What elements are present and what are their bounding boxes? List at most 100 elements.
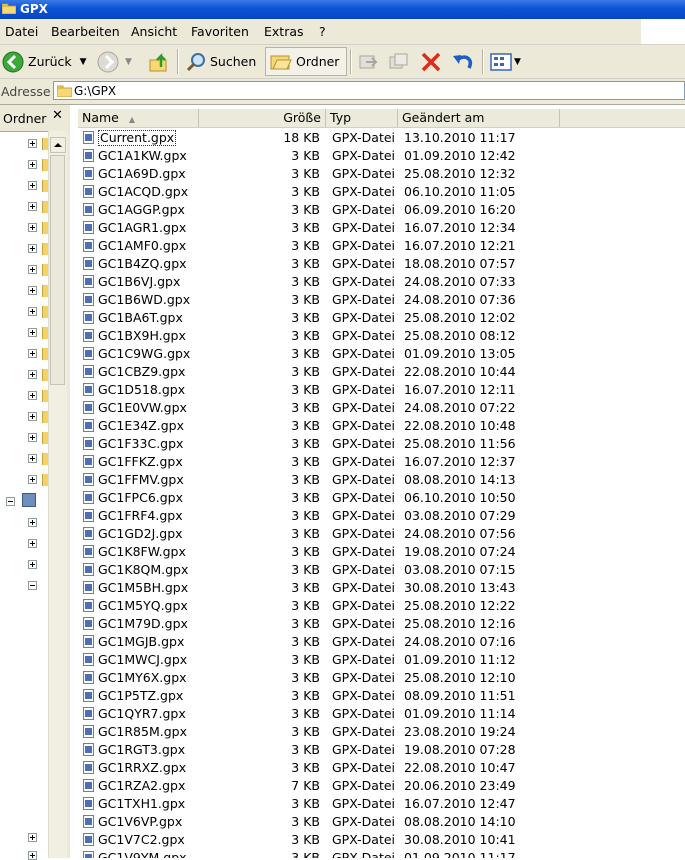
file-row[interactable]: GC1ACQD.gpx 3 KB GPX-Datei 06.10.2010 11:05 xyxy=(78,183,685,201)
column-header-size[interactable]: Größe xyxy=(199,109,326,127)
file-row[interactable]: GC1TXH1.gpx 3 KB GPX-Datei 16.07.2010 12:47 xyxy=(78,795,685,813)
file-row[interactable]: GC1E0VW.gpx 3 KB GPX-Datei 24.08.2010 07:22 xyxy=(78,399,685,417)
computer-icon[interactable] xyxy=(22,493,36,507)
file-row[interactable]: GC1FPC6.gpx 3 KB GPX-Datei 06.10.2010 10:50 xyxy=(78,489,685,507)
file-row[interactable]: GC1RGT3.gpx 3 KB GPX-Datei 19.08.2010 07:28 xyxy=(78,741,685,759)
undo-button[interactable] xyxy=(451,45,475,78)
folders-button[interactable]: Ordner xyxy=(265,47,347,76)
tree-expand-icon[interactable] xyxy=(28,518,37,527)
tree-expand-icon[interactable] xyxy=(28,139,37,148)
column-header-type[interactable]: Typ xyxy=(326,109,398,127)
tree-expand-icon[interactable] xyxy=(28,475,37,484)
tree-scrollbar[interactable] xyxy=(48,131,67,858)
file-row[interactable]: GC1BX9H.gpx 3 KB GPX-Datei 25.08.2010 08:12 xyxy=(78,327,685,345)
file-row[interactable]: GC1M5BH.gpx 3 KB GPX-Datei 30.08.2010 13:43 xyxy=(78,579,685,597)
delete-button[interactable] xyxy=(420,45,442,78)
up-folder-button[interactable] xyxy=(148,45,170,78)
menu-ansicht[interactable]: Ansicht xyxy=(131,24,177,39)
tree-collapse-icon[interactable] xyxy=(28,581,37,590)
file-row[interactable]: GC1AMF0.gpx 3 KB GPX-Datei 16.07.2010 12:21 xyxy=(78,237,685,255)
file-row[interactable]: GC1R85M.gpx 3 KB GPX-Datei 23.08.2010 19:24 xyxy=(78,723,685,741)
search-button[interactable]: Suchen xyxy=(186,45,256,78)
file-row[interactable]: Current.gpx 18 KB GPX-Datei 13.10.2010 11:1… xyxy=(78,129,685,147)
file-row[interactable]: GC1B4ZQ.gpx 3 KB GPX-Datei 18.08.2010 07:57 xyxy=(78,255,685,273)
file-row[interactable]: GC1B6WD.gpx 3 KB GPX-Datei 24.08.2010 07:36 xyxy=(78,291,685,309)
file-name: GC1GD2J.gpx xyxy=(98,526,183,541)
tree-collapse-icon[interactable] xyxy=(6,497,15,506)
file-row[interactable]: GC1F33C.gpx 3 KB GPX-Datei 25.08.2010 11:56 xyxy=(78,435,685,453)
tree-expand-icon[interactable] xyxy=(28,286,37,295)
menu-extras[interactable]: Extras xyxy=(264,24,304,39)
tree-expand-icon[interactable] xyxy=(28,391,37,400)
forward-dropdown-icon[interactable]: ▼ xyxy=(125,57,132,67)
file-row[interactable]: GC1FFKZ.gpx 3 KB GPX-Datei 16.07.2010 12:37 xyxy=(78,453,685,471)
tree-expand-icon[interactable] xyxy=(28,349,37,358)
tree-expand-icon[interactable] xyxy=(28,560,37,569)
file-row[interactable]: GC1AGGP.gpx 3 KB GPX-Datei 06.09.2010 16:20 xyxy=(78,201,685,219)
file-row[interactable]: GC1MY6X.gpx 3 KB GPX-Datei 25.08.2010 12:10 xyxy=(78,669,685,687)
gpx-file-icon xyxy=(83,635,94,648)
file-row[interactable]: GC1V6VP.gpx 3 KB GPX-Datei 08.08.2010 14:10 xyxy=(78,813,685,831)
file-row[interactable]: GC1GD2J.gpx 3 KB GPX-Datei 24.08.2010 07:56 xyxy=(78,525,685,543)
file-modified: 19.08.2010 07:24 xyxy=(404,544,516,559)
scroll-up-icon[interactable] xyxy=(50,137,66,153)
tree-expand-icon[interactable] xyxy=(28,307,37,316)
file-row[interactable]: GC1AGR1.gpx 3 KB GPX-Datei 16.07.2010 12:34 xyxy=(78,219,685,237)
copy-to-button[interactable] xyxy=(388,45,410,78)
file-row[interactable]: GC1FRF4.gpx 3 KB GPX-Datei 03.08.2010 07:29 xyxy=(78,507,685,525)
file-row[interactable]: GC1CBZ9.gpx 3 KB GPX-Datei 22.08.2010 10:44 xyxy=(78,363,685,381)
tree-expand-icon[interactable] xyxy=(28,202,37,211)
file-modified: 19.08.2010 07:28 xyxy=(404,742,516,757)
move-to-button[interactable] xyxy=(357,45,379,78)
file-row[interactable]: GC1A69D.gpx 3 KB GPX-Datei 25.08.2010 12:32 xyxy=(78,165,685,183)
file-row[interactable]: GC1P5TZ.gpx 3 KB GPX-Datei 08.09.2010 11:51 xyxy=(78,687,685,705)
file-row[interactable]: GC1RRXZ.gpx 3 KB GPX-Datei 22.08.2010 10:47 xyxy=(78,759,685,777)
column-header-modified[interactable]: Geändert am xyxy=(398,109,560,127)
back-button[interactable]: Zurück ▼ xyxy=(2,45,87,78)
tree-expand-icon[interactable] xyxy=(28,265,37,274)
tree-expand-icon[interactable] xyxy=(28,244,37,253)
tree-expand-icon[interactable] xyxy=(28,328,37,337)
file-row[interactable]: GC1M79D.gpx 3 KB GPX-Datei 25.08.2010 12:16 xyxy=(78,615,685,633)
address-input[interactable]: G:\GPX xyxy=(53,81,685,100)
back-dropdown-icon[interactable]: ▼ xyxy=(80,57,87,67)
tree-expand-icon[interactable] xyxy=(28,223,37,232)
column-header-name[interactable]: Name ▲ xyxy=(78,109,199,127)
menu-help[interactable]: ? xyxy=(319,24,326,39)
file-modified: 24.08.2010 07:22 xyxy=(404,400,516,415)
file-row[interactable]: GC1K8FW.gpx 3 KB GPX-Datei 19.08.2010 07:24 xyxy=(78,543,685,561)
tree-expand-icon[interactable] xyxy=(28,160,37,169)
file-row[interactable]: GC1A1KW.gpx 3 KB GPX-Datei 01.09.2010 12:42 xyxy=(78,147,685,165)
views-button[interactable]: ▼ xyxy=(490,45,521,78)
tree-expand-icon[interactable] xyxy=(28,851,37,860)
menu-datei[interactable]: Datei xyxy=(5,24,38,39)
file-row[interactable]: GC1BA6T.gpx 3 KB GPX-Datei 25.08.2010 12:02 xyxy=(78,309,685,327)
tree-expand-icon[interactable] xyxy=(28,433,37,442)
file-row[interactable]: GC1V7C2.gpx 3 KB GPX-Datei 30.08.2010 10:41 xyxy=(78,831,685,849)
file-row[interactable]: GC1M5YQ.gpx 3 KB GPX-Datei 25.08.2010 12:22 xyxy=(78,597,685,615)
file-row[interactable]: GC1RZA2.gpx 7 KB GPX-Datei 20.06.2010 23:49 xyxy=(78,777,685,795)
tree-expand-icon[interactable] xyxy=(28,370,37,379)
file-row[interactable]: GC1D518.gpx 3 KB GPX-Datei 16.07.2010 12:11 xyxy=(78,381,685,399)
views-dropdown-icon[interactable]: ▼ xyxy=(514,57,521,67)
file-row[interactable]: GC1C9WG.gpx 3 KB GPX-Datei 01.09.2010 13:05 xyxy=(78,345,685,363)
tree-expand-icon[interactable] xyxy=(28,833,37,842)
menu-bearbeiten[interactable]: Bearbeiten xyxy=(51,24,120,39)
file-row[interactable]: GC1MGJB.gpx 3 KB GPX-Datei 24.08.2010 07:16 xyxy=(78,633,685,651)
tree-expand-icon[interactable] xyxy=(28,454,37,463)
close-icon[interactable]: ✕ xyxy=(52,108,63,123)
file-row[interactable]: GC1B6VJ.gpx 3 KB GPX-Datei 24.08.2010 07:33 xyxy=(78,273,685,291)
tree-expand-icon[interactable] xyxy=(28,412,37,421)
file-row[interactable]: GC1V9YM.gpx 3 KB GPX-Datei 01.09.2010 11:17 xyxy=(78,849,685,858)
file-row[interactable]: GC1K8QM.gpx 3 KB GPX-Datei 03.08.2010 07:15 xyxy=(78,561,685,579)
file-row[interactable]: GC1FFMV.gpx 3 KB GPX-Datei 08.08.2010 14:13 xyxy=(78,471,685,489)
tree-expand-icon[interactable] xyxy=(28,539,37,548)
menu-favoriten[interactable]: Favoriten xyxy=(191,24,249,39)
scroll-thumb[interactable] xyxy=(50,155,65,385)
file-row[interactable]: GC1E34Z.gpx 3 KB GPX-Datei 22.08.2010 10:48 xyxy=(78,417,685,435)
forward-button[interactable]: ▼ xyxy=(97,45,132,78)
file-row[interactable]: GC1MWCJ.gpx 3 KB GPX-Datei 01.09.2010 11:12 xyxy=(78,651,685,669)
file-row[interactable]: GC1QYR7.gpx 3 KB GPX-Datei 01.09.2010 11:14 xyxy=(78,705,685,723)
gpx-file-icon xyxy=(83,743,94,756)
tree-expand-icon[interactable] xyxy=(28,181,37,190)
